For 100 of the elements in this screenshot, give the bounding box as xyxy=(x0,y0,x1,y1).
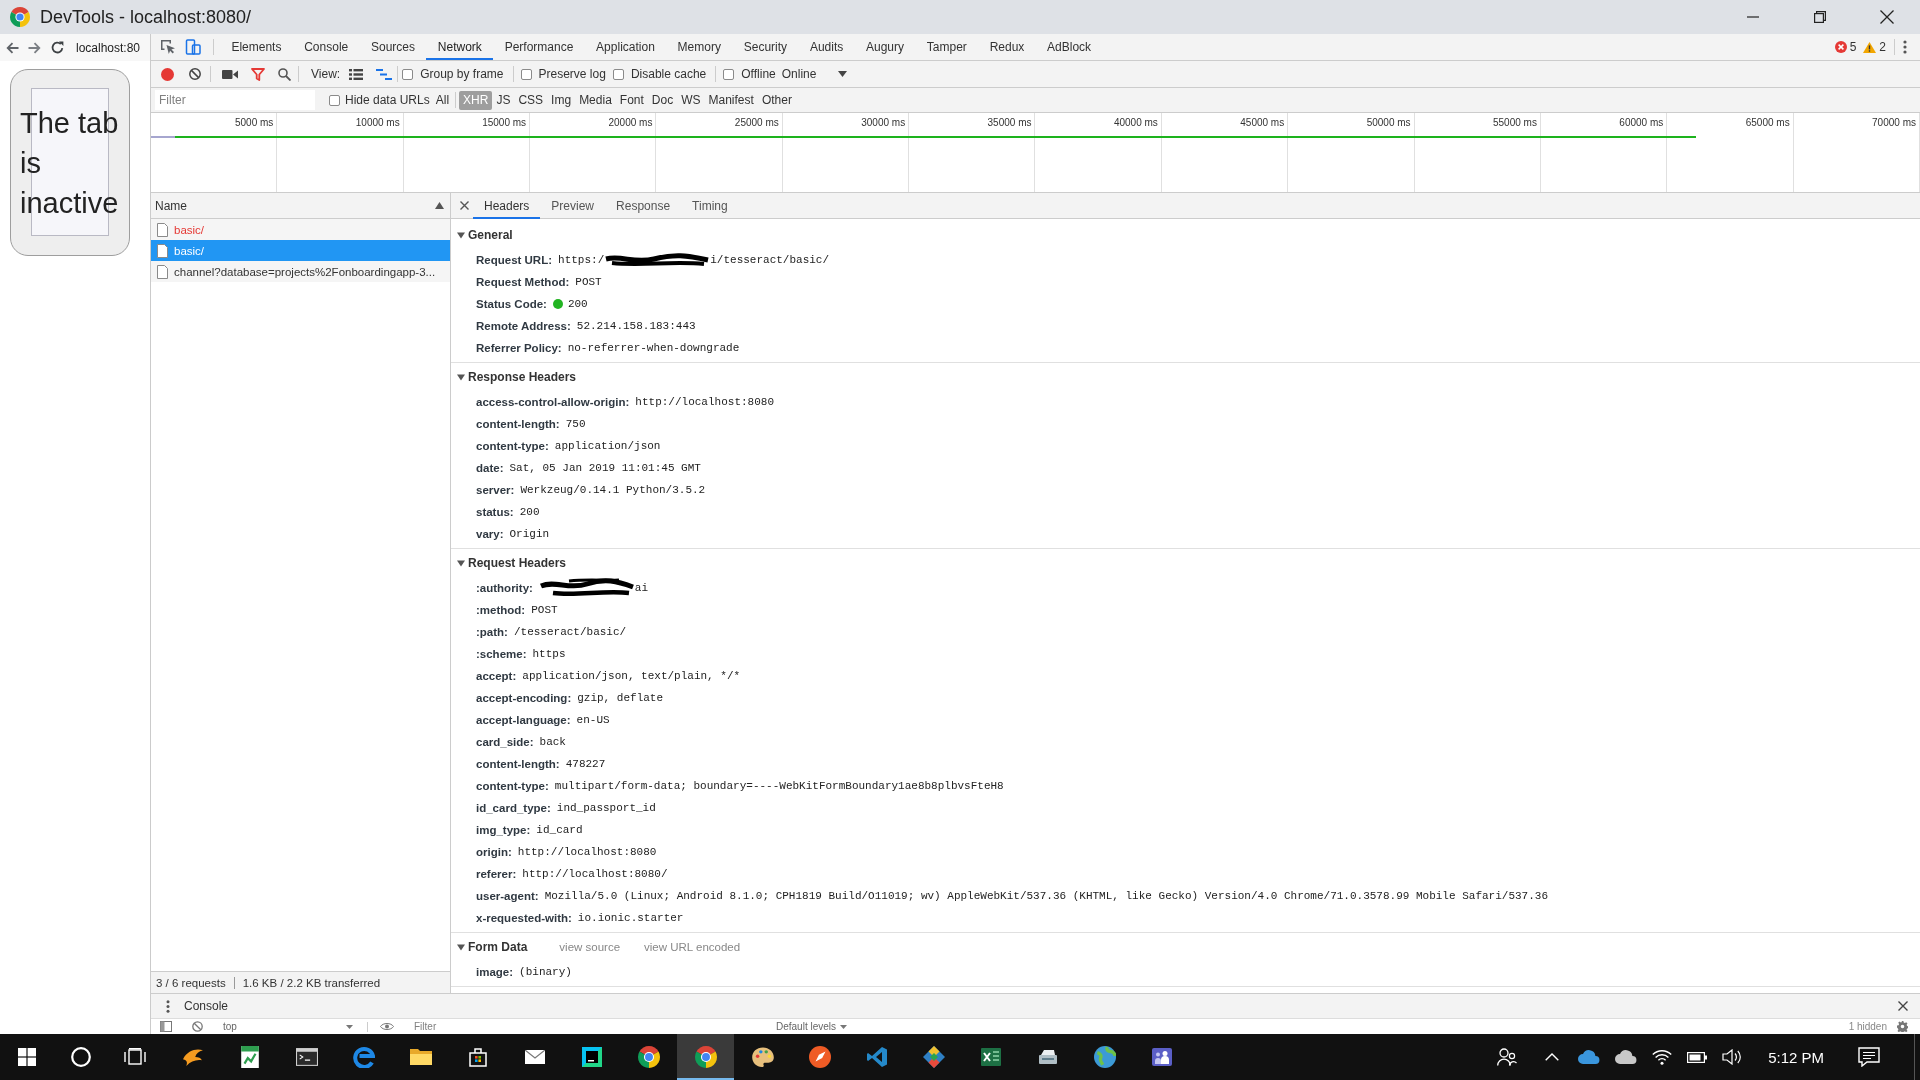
error-count[interactable]: 5 xyxy=(1849,40,1857,54)
request-row[interactable]: basic/ xyxy=(151,219,450,240)
start-icon[interactable] xyxy=(18,1048,36,1066)
clear-icon[interactable] xyxy=(192,1021,203,1032)
type-filter-button[interactable]: Font xyxy=(615,90,648,110)
type-filter-button[interactable]: CSS xyxy=(514,90,548,110)
option-label[interactable]: Group by frame xyxy=(420,67,504,81)
cloud-icon[interactable] xyxy=(1615,1050,1638,1064)
clock[interactable]: 5:12 PM xyxy=(1768,1048,1824,1066)
header-value: /tesseract/basic/ xyxy=(513,626,627,638)
panel-tab[interactable]: Security xyxy=(732,34,799,60)
type-filter-button[interactable]: WS xyxy=(677,90,705,110)
panel-tab[interactable]: Console xyxy=(292,34,360,60)
camera-icon[interactable] xyxy=(222,68,238,80)
section-link[interactable]: view URL encoded xyxy=(644,941,741,953)
disclosure-triangle-icon[interactable] xyxy=(457,231,465,239)
waterfall-icon[interactable] xyxy=(376,68,393,80)
back-arrow-icon[interactable] xyxy=(6,41,19,54)
volume-icon[interactable] xyxy=(1722,1049,1743,1065)
panel-tab[interactable]: Memory xyxy=(666,34,733,60)
option-label[interactable]: Hide data URLs xyxy=(345,93,430,107)
request-name[interactable]: channel?database=projects%2Fonboardingapp-3... xyxy=(174,265,436,278)
tick-label: 70000 ms xyxy=(1872,117,1916,129)
checkbox[interactable] xyxy=(402,68,414,80)
panel-tab[interactable]: Redux xyxy=(978,34,1036,60)
option-label[interactable]: Offline xyxy=(741,67,776,81)
gear-icon[interactable] xyxy=(1897,1021,1908,1032)
panel-tab[interactable]: Application xyxy=(584,34,667,60)
filter-field[interactable]: Filter xyxy=(155,90,315,110)
notification-icon[interactable] xyxy=(1858,1047,1880,1067)
clear-icon[interactable] xyxy=(189,68,201,80)
warning-icon[interactable] xyxy=(1863,41,1877,53)
people-icon[interactable] xyxy=(1497,1048,1518,1066)
taskbar-button[interactable] xyxy=(677,1034,734,1080)
panel-tab[interactable]: Augury xyxy=(854,34,916,60)
checkbox[interactable] xyxy=(612,68,624,80)
sidebar-icon[interactable] xyxy=(160,1021,172,1032)
record-icon[interactable] xyxy=(161,67,174,81)
header-name: card_side: xyxy=(476,736,534,748)
details-tab[interactable]: Preview xyxy=(540,192,606,219)
section-link[interactable]: view source xyxy=(559,941,621,953)
error-icon[interactable] xyxy=(1834,41,1847,53)
checkbox[interactable] xyxy=(520,68,532,80)
disclosure-triangle-icon[interactable] xyxy=(457,559,465,567)
list-rows-icon[interactable] xyxy=(349,68,364,80)
type-filter-button[interactable]: Media xyxy=(575,90,616,110)
disclosure-triangle-icon[interactable] xyxy=(457,943,465,951)
panel-tab[interactable]: Audits xyxy=(798,34,855,60)
panel-tab[interactable]: Performance xyxy=(493,34,585,60)
eye-icon[interactable] xyxy=(380,1022,394,1031)
levels-select[interactable]: Default levels xyxy=(776,1019,848,1034)
ribbon-icon xyxy=(866,1047,887,1067)
section-title[interactable]: Response Headers xyxy=(468,370,577,384)
option-label[interactable]: Preserve log xyxy=(538,67,606,81)
details-tab[interactable]: Headers xyxy=(473,192,541,219)
close-icon[interactable] xyxy=(460,201,469,210)
close-icon[interactable] xyxy=(1898,1001,1908,1011)
type-filter-button[interactable]: Manifest xyxy=(704,90,758,110)
inspect-icon[interactable] xyxy=(160,39,176,55)
section-title[interactable]: Form Data xyxy=(468,940,528,954)
reload-icon[interactable] xyxy=(51,41,64,54)
context-select[interactable]: top xyxy=(223,1019,353,1034)
column-title[interactable]: Name xyxy=(155,198,187,213)
section-title[interactable]: Request Headers xyxy=(468,556,567,570)
task-view-icon[interactable] xyxy=(124,1048,146,1066)
checkbox[interactable] xyxy=(329,94,340,106)
drawer-tab[interactable]: Console xyxy=(184,994,229,1018)
panel-tab[interactable]: Elements xyxy=(220,34,293,60)
chevron-up-icon[interactable] xyxy=(1545,1053,1560,1061)
disclosure-triangle-icon[interactable] xyxy=(457,373,465,381)
cloud-icon[interactable] xyxy=(1578,1050,1601,1064)
type-filter-button[interactable]: Other xyxy=(757,90,796,110)
window-title: DevTools - localhost:8080/ xyxy=(40,6,252,28)
type-filter-button[interactable]: JS xyxy=(492,90,515,110)
more-menu-icon[interactable] xyxy=(1903,40,1907,54)
forward-arrow-icon[interactable] xyxy=(28,41,41,54)
filter-icon[interactable] xyxy=(251,67,265,81)
type-filter-button[interactable]: All xyxy=(431,90,454,110)
search-icon[interactable] xyxy=(278,67,291,81)
search-icon[interactable] xyxy=(71,1047,91,1067)
throttling-select[interactable]: Online xyxy=(781,64,848,84)
device-toolbar-icon[interactable] xyxy=(185,39,201,55)
option-label[interactable]: Disable cache xyxy=(630,67,707,81)
details-tab[interactable]: Response xyxy=(605,192,682,219)
battery-icon[interactable] xyxy=(1687,1051,1708,1063)
panel-tab[interactable]: Sources xyxy=(359,34,427,60)
request-name[interactable]: basic/ xyxy=(174,223,205,236)
wifi-icon[interactable] xyxy=(1652,1049,1673,1065)
panel-tab[interactable]: Tamper xyxy=(915,34,979,60)
type-filter-button[interactable]: Doc xyxy=(647,90,678,110)
panel-tab[interactable]: AdBlock xyxy=(1035,34,1103,60)
section-title[interactable]: General xyxy=(468,228,513,242)
checkbox[interactable] xyxy=(723,68,735,80)
warning-count[interactable]: 2 xyxy=(1879,40,1886,54)
type-filter-button[interactable]: Img xyxy=(547,90,576,110)
details-tab[interactable]: Timing xyxy=(681,192,739,219)
request-row[interactable]: channel?database=projects%2Fonboardingapp-3... xyxy=(151,261,450,282)
column-header[interactable]: Name xyxy=(151,193,450,219)
more-menu-icon[interactable] xyxy=(166,999,170,1013)
sort-up-icon[interactable] xyxy=(435,202,444,209)
